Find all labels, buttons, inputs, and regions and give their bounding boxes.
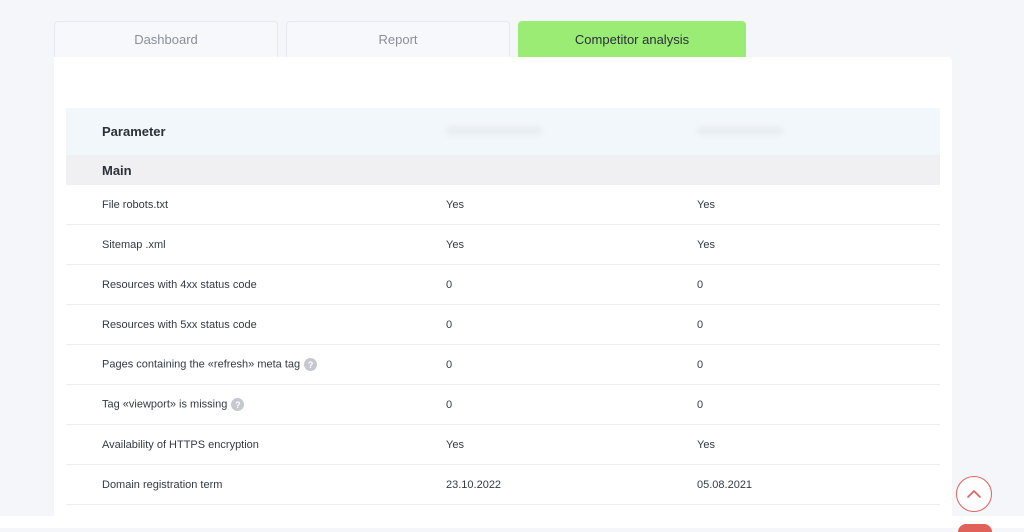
- table-header: Parameter: [66, 108, 940, 155]
- header-site-2: [662, 124, 940, 139]
- parameter-label: Tag «viewport» is missing: [102, 398, 228, 411]
- parameter-label: Resources with 5xx status code: [102, 318, 257, 331]
- row-value-site-1: 0: [446, 278, 453, 291]
- table-row: Sitemap .xml Yes Yes: [66, 225, 940, 265]
- chevron-up-icon: [967, 490, 981, 498]
- tab-dashboard[interactable]: Dashboard: [54, 21, 278, 57]
- table-row: Tag «viewport» is missing? 0 0: [66, 385, 940, 425]
- table-row: Resources with 5xx status code 0 0: [66, 305, 940, 345]
- row-value-site-2: 0: [697, 398, 704, 411]
- parameter-label: Resources with 4xx status code: [102, 278, 257, 291]
- comparison-table: Parameter Main File robots.txt Yes Yes Site…: [66, 108, 940, 505]
- row-value-site-1: Yes: [446, 198, 464, 211]
- row-parameter: Tag «viewport» is missing?: [66, 398, 412, 411]
- chat-widget-edge[interactable]: [958, 524, 992, 532]
- parameter-label: File robots.txt: [102, 198, 169, 211]
- row-value-site-1: 0: [446, 398, 453, 411]
- parameter-label: Sitemap .xml: [102, 238, 166, 251]
- row-value-site-1: Yes: [446, 238, 464, 251]
- header-parameter: Parameter: [102, 124, 166, 139]
- row-parameter: Domain registration term: [66, 479, 412, 491]
- row-value-site-1: 0: [446, 358, 453, 371]
- tab-bar: Dashboard Report Competitor analysis: [54, 21, 746, 58]
- content-panel: Parameter Main File robots.txt Yes Yes Site…: [54, 57, 952, 528]
- help-icon[interactable]: ?: [231, 398, 245, 411]
- table-row: Pages containing the «refresh» meta tag?…: [66, 345, 940, 385]
- row-value-site-2: Yes: [697, 238, 715, 251]
- header-site-1: [412, 124, 662, 139]
- row-parameter: File robots.txt: [66, 199, 412, 211]
- table-row: Resources with 4xx status code 0 0: [66, 265, 940, 305]
- table-row: File robots.txt Yes Yes: [66, 185, 940, 225]
- section-header: Main: [66, 155, 940, 185]
- row-value-site-1: 0: [446, 318, 453, 331]
- row-parameter: Availability of HTTPS encryption: [66, 439, 412, 451]
- row-value-site-2: Yes: [697, 438, 715, 451]
- row-parameter: Resources with 5xx status code: [66, 319, 412, 331]
- row-value-site-2: 05.08.2021: [697, 478, 753, 491]
- row-value-site-2: Yes: [697, 198, 715, 211]
- footer-strip: [0, 516, 1024, 528]
- tab-report[interactable]: Report: [286, 21, 510, 57]
- parameter-label: Domain registration term: [102, 478, 223, 491]
- row-parameter: Sitemap .xml: [66, 239, 412, 251]
- table-body: File robots.txt Yes Yes Sitemap .xml Yes Yes R…: [66, 185, 940, 505]
- table-row: Availability of HTTPS encryption Yes Yes: [66, 425, 940, 465]
- tab-competitor-analysis[interactable]: Competitor analysis: [518, 21, 746, 57]
- row-value-site-2: 0: [697, 318, 704, 331]
- section-title: Main: [102, 162, 132, 178]
- parameter-label: Availability of HTTPS encryption: [102, 438, 259, 451]
- scroll-to-top-button[interactable]: [956, 476, 992, 512]
- row-parameter: Resources with 4xx status code: [66, 279, 412, 291]
- row-value-site-1: 23.10.2022: [446, 478, 502, 491]
- row-parameter: Pages containing the «refresh» meta tag?: [66, 358, 412, 371]
- table-row: Domain registration term 23.10.2022 05.08.…: [66, 465, 940, 505]
- row-value-site-1: Yes: [446, 438, 464, 451]
- row-value-site-2: 0: [697, 358, 704, 371]
- parameter-label: Pages containing the «refresh» meta tag: [102, 358, 301, 371]
- row-value-site-2: 0: [697, 278, 704, 291]
- help-icon[interactable]: ?: [304, 358, 318, 371]
